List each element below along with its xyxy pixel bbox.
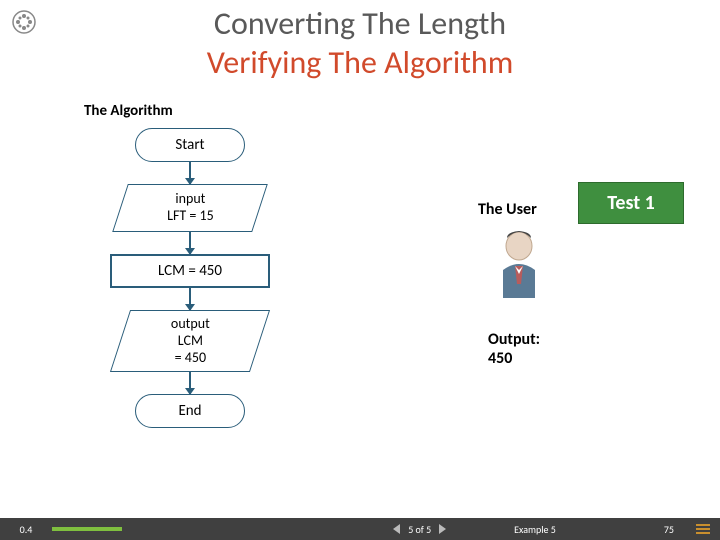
output-block: Output: 450 xyxy=(488,330,540,368)
title-line1: Converting The Length xyxy=(0,4,720,43)
flow-output-value1: LCM xyxy=(171,333,210,350)
flow-input-label: input xyxy=(167,191,214,208)
page-number: 75 xyxy=(664,523,674,536)
flow-start: Start xyxy=(135,128,245,162)
flow-arrow xyxy=(189,372,191,394)
output-label: Output: xyxy=(488,330,540,349)
flow-arrow xyxy=(189,162,191,184)
flow-output-value2: = 450 xyxy=(171,349,210,366)
title-line2: Verifying The Algorithm xyxy=(0,43,720,82)
flow-process-label: LCM = 450 xyxy=(158,262,222,280)
progress-bar xyxy=(52,527,122,531)
flow-end-label: End xyxy=(178,402,201,420)
test-badge: Test 1 xyxy=(578,182,684,224)
section-label: The Algorithm xyxy=(84,102,173,120)
flow-start-label: Start xyxy=(175,136,204,154)
flow-output: output LCM = 450 xyxy=(110,310,270,372)
next-button[interactable] xyxy=(439,524,446,534)
flow-process: LCM = 450 xyxy=(110,254,270,288)
flowchart: Start input LFT = 15 LCM = 450 output LC… xyxy=(90,128,290,428)
flow-input-value: LFT = 15 xyxy=(167,208,214,225)
menu-icon[interactable] xyxy=(696,524,710,534)
logo xyxy=(12,10,36,34)
flow-end: End xyxy=(135,394,245,428)
version-label: 0.4 xyxy=(0,523,52,536)
flow-arrow xyxy=(189,232,191,254)
user-avatar-icon xyxy=(493,228,545,300)
footer-bar: 0.4 5 of 5 Example 5 75 xyxy=(0,518,720,540)
output-value: 450 xyxy=(488,349,540,368)
flow-input: input LFT = 15 xyxy=(112,184,268,232)
flow-output-label: output xyxy=(171,316,210,333)
title-block: Converting The Length Verifying The Algo… xyxy=(0,0,720,82)
example-label: Example 5 xyxy=(514,523,556,536)
user-label: The User xyxy=(478,200,537,219)
page-indicator: 5 of 5 xyxy=(408,523,431,536)
flow-arrow xyxy=(189,288,191,310)
prev-button[interactable] xyxy=(393,524,400,534)
footer-nav: 5 of 5 Example 5 75 xyxy=(393,523,710,536)
